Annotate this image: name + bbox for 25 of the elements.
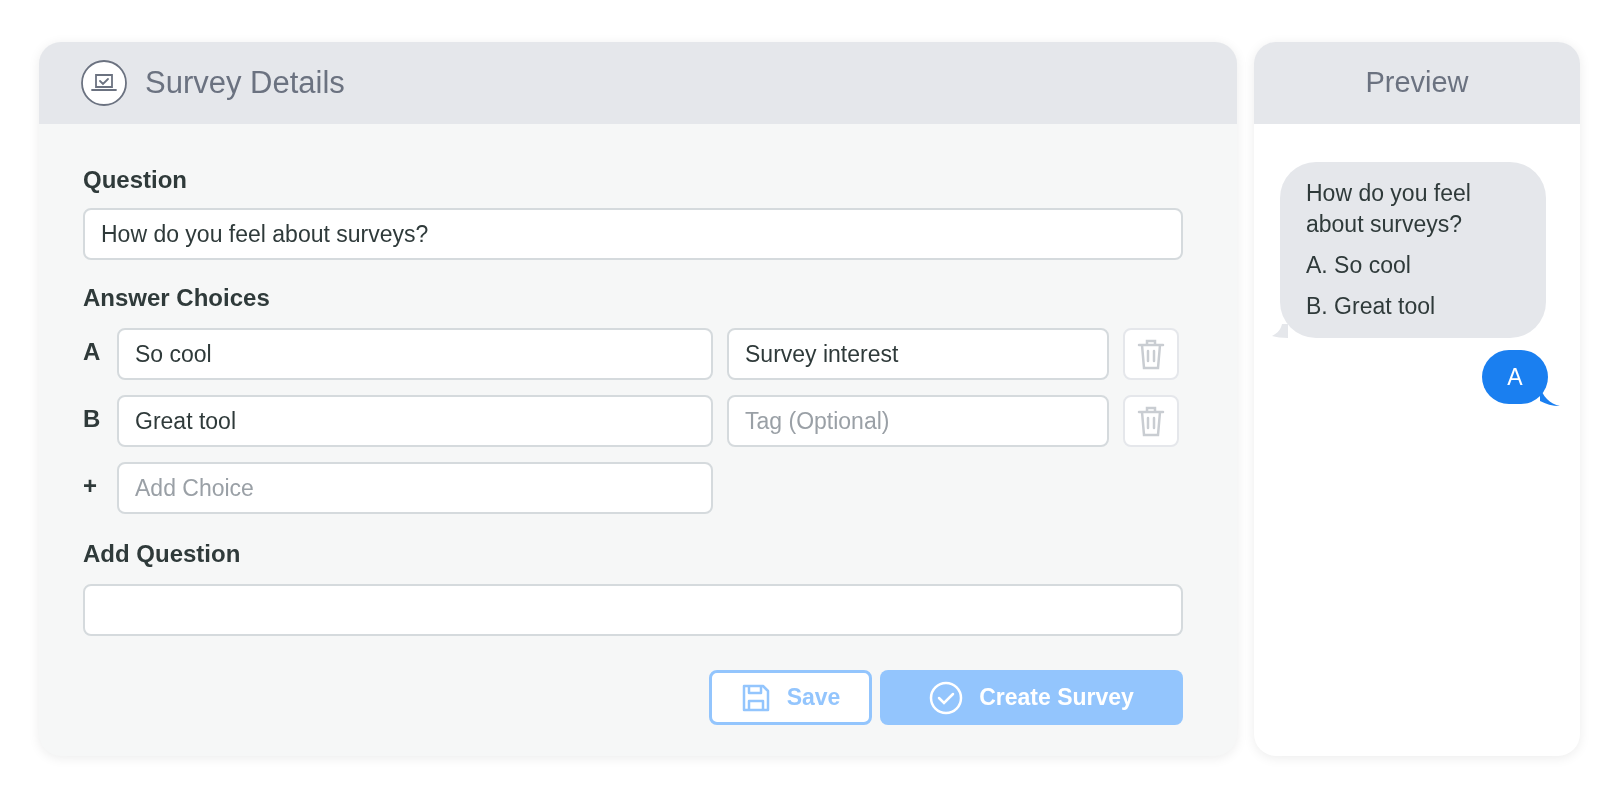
add-question-label: Add Question <box>83 539 242 568</box>
choice-letter: B <box>83 404 102 434</box>
message-question: How do you feel about surveys? <box>1306 179 1472 239</box>
delete-button[interactable] <box>1123 328 1179 380</box>
add-question-field[interactable] <box>83 584 1183 636</box>
tag-field[interactable]: Survey interest <box>727 328 1109 380</box>
trash-icon <box>1137 405 1165 437</box>
delete-button[interactable] <box>1123 395 1179 447</box>
message-choice: A. So cool <box>1306 251 1412 280</box>
preview-title: Preview <box>1365 65 1469 101</box>
choice-field[interactable]: Great tool <box>117 395 713 447</box>
question-label: Question <box>83 165 188 194</box>
plus-sign: + <box>83 471 98 501</box>
add-choice-field[interactable]: Add Choice <box>117 462 713 514</box>
reply-bubble: A <box>1482 350 1548 404</box>
laptop-check-icon <box>81 60 127 106</box>
question-field[interactable]: How do you feel about surveys? <box>83 208 1183 260</box>
tag-field[interactable]: Tag (Optional) <box>727 395 1109 447</box>
choice-field[interactable]: So cool <box>117 328 713 380</box>
check-circle-icon <box>929 680 964 715</box>
choice-letter: A <box>83 337 102 367</box>
answer-choices-label: Answer Choices <box>83 283 271 312</box>
trash-icon <box>1137 338 1165 370</box>
card-title: Survey Details <box>145 63 345 102</box>
message-choice: B. Great tool <box>1306 292 1437 321</box>
